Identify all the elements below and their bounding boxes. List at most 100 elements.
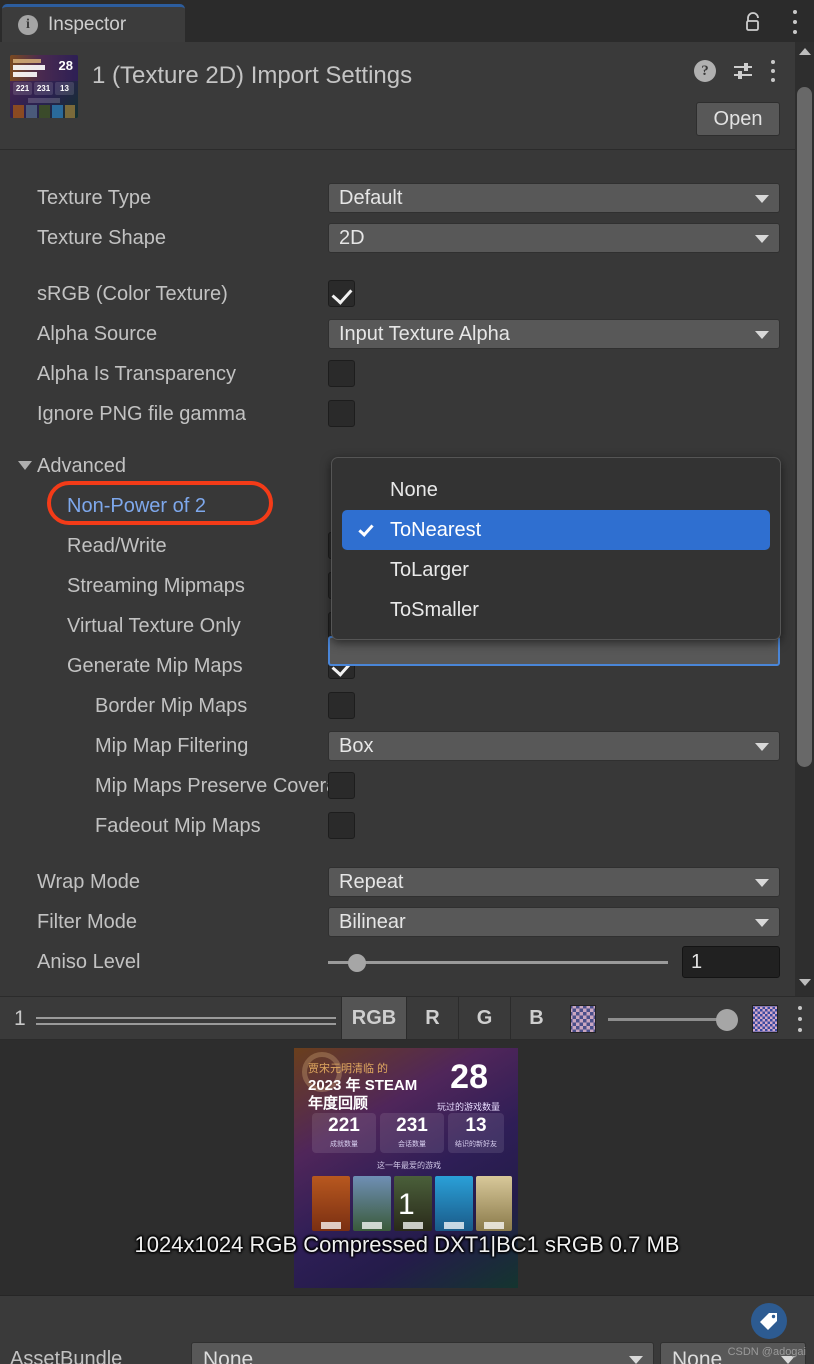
row-alpha-source: Alpha Source Input Texture Alpha — [0, 315, 795, 355]
preview-stat-value: 13 — [465, 1115, 487, 1136]
checker-small-icon[interactable] — [570, 1005, 596, 1033]
check-icon — [358, 521, 374, 537]
label-srgb: sRGB (Color Texture) — [37, 283, 228, 305]
chevron-down-icon — [629, 1356, 643, 1364]
preview-stat-caption: 结识的新好友 — [455, 1141, 497, 1148]
channel-button-rgb-label: RGB — [351, 1006, 397, 1029]
help-icon[interactable]: ? — [694, 60, 716, 82]
mip-level-value: 1 — [14, 1007, 26, 1030]
checkbox-srgb[interactable] — [328, 280, 355, 307]
zoom-slider-track[interactable] — [608, 1018, 728, 1021]
label-assetbundle: AssetBundle — [10, 1348, 123, 1364]
channel-button-r[interactable]: R — [406, 997, 458, 1039]
dropdown-texture-type[interactable]: Default — [328, 183, 780, 213]
checkbox-border-mip-maps[interactable] — [328, 692, 355, 719]
row-ignore-png-gamma: Ignore PNG file gamma — [0, 395, 795, 435]
preview-overlay-number: 1 — [398, 1188, 415, 1221]
scroll-down-arrow-icon[interactable] — [799, 979, 811, 986]
row-texture-shape: Texture Shape 2D — [0, 219, 795, 259]
tag-badge[interactable] — [751, 1303, 787, 1339]
channel-button-b-label: B — [529, 1006, 544, 1029]
dropdown-wrap-mode[interactable]: Repeat — [328, 867, 780, 897]
row-texture-type: Texture Type Default — [0, 179, 795, 219]
aniso-level-slider-knob[interactable] — [348, 954, 366, 972]
tag-icon — [760, 1313, 777, 1330]
dropdown-mip-map-filtering[interactable]: Box — [328, 731, 780, 761]
preview-stat-card: 221 成就数量 — [312, 1113, 376, 1153]
preview-big-number: 28 — [450, 1058, 488, 1096]
mip-level-slider-secondary[interactable] — [36, 1023, 336, 1025]
popup-item-tosmaller[interactable]: ToSmaller — [342, 590, 770, 630]
channel-button-r-label: R — [425, 1006, 440, 1029]
chevron-down-icon — [755, 195, 769, 203]
label-fadeout-mip-maps: Fadeout Mip Maps — [95, 815, 261, 837]
dropdown-wrap-mode-value: Repeat — [339, 870, 404, 893]
channel-button-g[interactable]: G — [458, 997, 510, 1039]
dropdown-alpha-source[interactable]: Input Texture Alpha — [328, 319, 780, 349]
popup-item-tosmaller-label: ToSmaller — [390, 598, 479, 621]
label-mip-map-filtering: Mip Map Filtering — [95, 735, 249, 757]
aniso-level-input[interactable]: 1 — [682, 946, 780, 978]
tab-inspector-label: Inspector — [48, 13, 127, 35]
row-fadeout-mip-maps: Fadeout Mip Maps — [0, 807, 795, 847]
dropdown-texture-shape-value: 2D — [339, 226, 365, 249]
dropdown-assetbundle-name[interactable]: None — [191, 1342, 654, 1364]
mip-level-slider[interactable] — [36, 1017, 336, 1019]
row-filter-mode: Filter Mode Bilinear — [0, 903, 795, 943]
preview-mid-caption: 这一年最爱的游戏 — [377, 1161, 441, 1170]
zoom-slider-knob[interactable] — [716, 1009, 738, 1031]
label-aniso-level: Aniso Level — [37, 951, 141, 973]
checkbox-fadeout-mip-maps[interactable] — [328, 812, 355, 839]
label-generate-mip-maps: Generate Mip Maps — [67, 655, 243, 677]
scrollbar-thumb[interactable] — [797, 87, 812, 767]
row-border-mip-maps: Border Mip Maps — [0, 687, 795, 727]
popup-item-tolarger[interactable]: ToLarger — [342, 550, 770, 590]
open-button[interactable]: Open — [696, 102, 780, 136]
chevron-down-icon — [755, 331, 769, 339]
kebab-menu-icon[interactable] — [770, 60, 775, 82]
chevron-down-icon — [755, 235, 769, 243]
popup-item-tonearest[interactable]: ToNearest — [342, 510, 770, 550]
dropdown-filter-mode[interactable]: Bilinear — [328, 907, 780, 937]
dropdown-texture-type-value: Default — [339, 186, 403, 209]
aniso-level-slider-track[interactable] — [328, 961, 668, 964]
preview-toolbar: 1 RGB R G B — [0, 996, 814, 1040]
popup-item-none-label: None — [390, 478, 438, 501]
checkbox-alpha-is-transparency[interactable] — [328, 360, 355, 387]
row-wrap-mode: Wrap Mode Repeat — [0, 863, 795, 903]
dropdown-non-power-of-2[interactable] — [328, 636, 780, 666]
page-title: 1 (Texture 2D) Import Settings — [92, 62, 413, 89]
texture-preview-area: 贾宋元明清临 的 2023 年 STEAM 年度回顾 28 玩过的游戏数量 22… — [0, 1040, 814, 1295]
watermark: CSDN @adogai — [727, 1346, 806, 1358]
chevron-down-icon — [755, 919, 769, 927]
scroll-up-arrow-icon[interactable] — [799, 48, 811, 55]
checkbox-ignore-png-gamma[interactable] — [328, 400, 355, 427]
chevron-down-icon — [755, 743, 769, 751]
lock-open-icon[interactable] — [744, 12, 762, 32]
popup-item-tonearest-label: ToNearest — [390, 518, 482, 541]
channel-button-rgb[interactable]: RGB — [341, 997, 406, 1039]
popup-item-none[interactable]: None — [342, 470, 770, 510]
dropdown-assetbundle-name-value: None — [203, 1347, 254, 1364]
dropdown-texture-shape[interactable]: 2D — [328, 223, 780, 253]
channel-button-g-label: G — [476, 1006, 493, 1029]
kebab-menu-icon[interactable] — [792, 10, 798, 34]
preview-stat-value: 221 — [328, 1115, 360, 1136]
checker-large-icon[interactable] — [752, 1005, 778, 1033]
preset-sliders-icon[interactable] — [732, 60, 754, 82]
preview-stat-card: 231 会话数量 — [380, 1113, 444, 1153]
checkbox-mip-maps-preserve-coverage[interactable] — [328, 772, 355, 799]
dropdown-alpha-source-value: Input Texture Alpha — [339, 322, 510, 345]
tab-inspector[interactable]: i Inspector — [2, 4, 185, 42]
kebab-menu-icon[interactable] — [797, 1006, 802, 1032]
chevron-down-icon — [18, 461, 32, 470]
label-advanced: Advanced — [37, 455, 126, 477]
vertical-scrollbar[interactable] — [795, 42, 814, 996]
label-read-write: Read/Write — [67, 535, 167, 557]
row-mip-maps-preserve-coverage: Mip Maps Preserve Coverage — [0, 767, 795, 807]
preview-big-caption: 玩过的游戏数量 — [436, 1102, 500, 1112]
channel-button-b[interactable]: B — [510, 997, 562, 1039]
row-srgb: sRGB (Color Texture) — [0, 275, 795, 315]
dropdown-mip-map-filtering-value: Box — [339, 734, 374, 757]
label-virtual-texture-only: Virtual Texture Only — [67, 615, 241, 637]
